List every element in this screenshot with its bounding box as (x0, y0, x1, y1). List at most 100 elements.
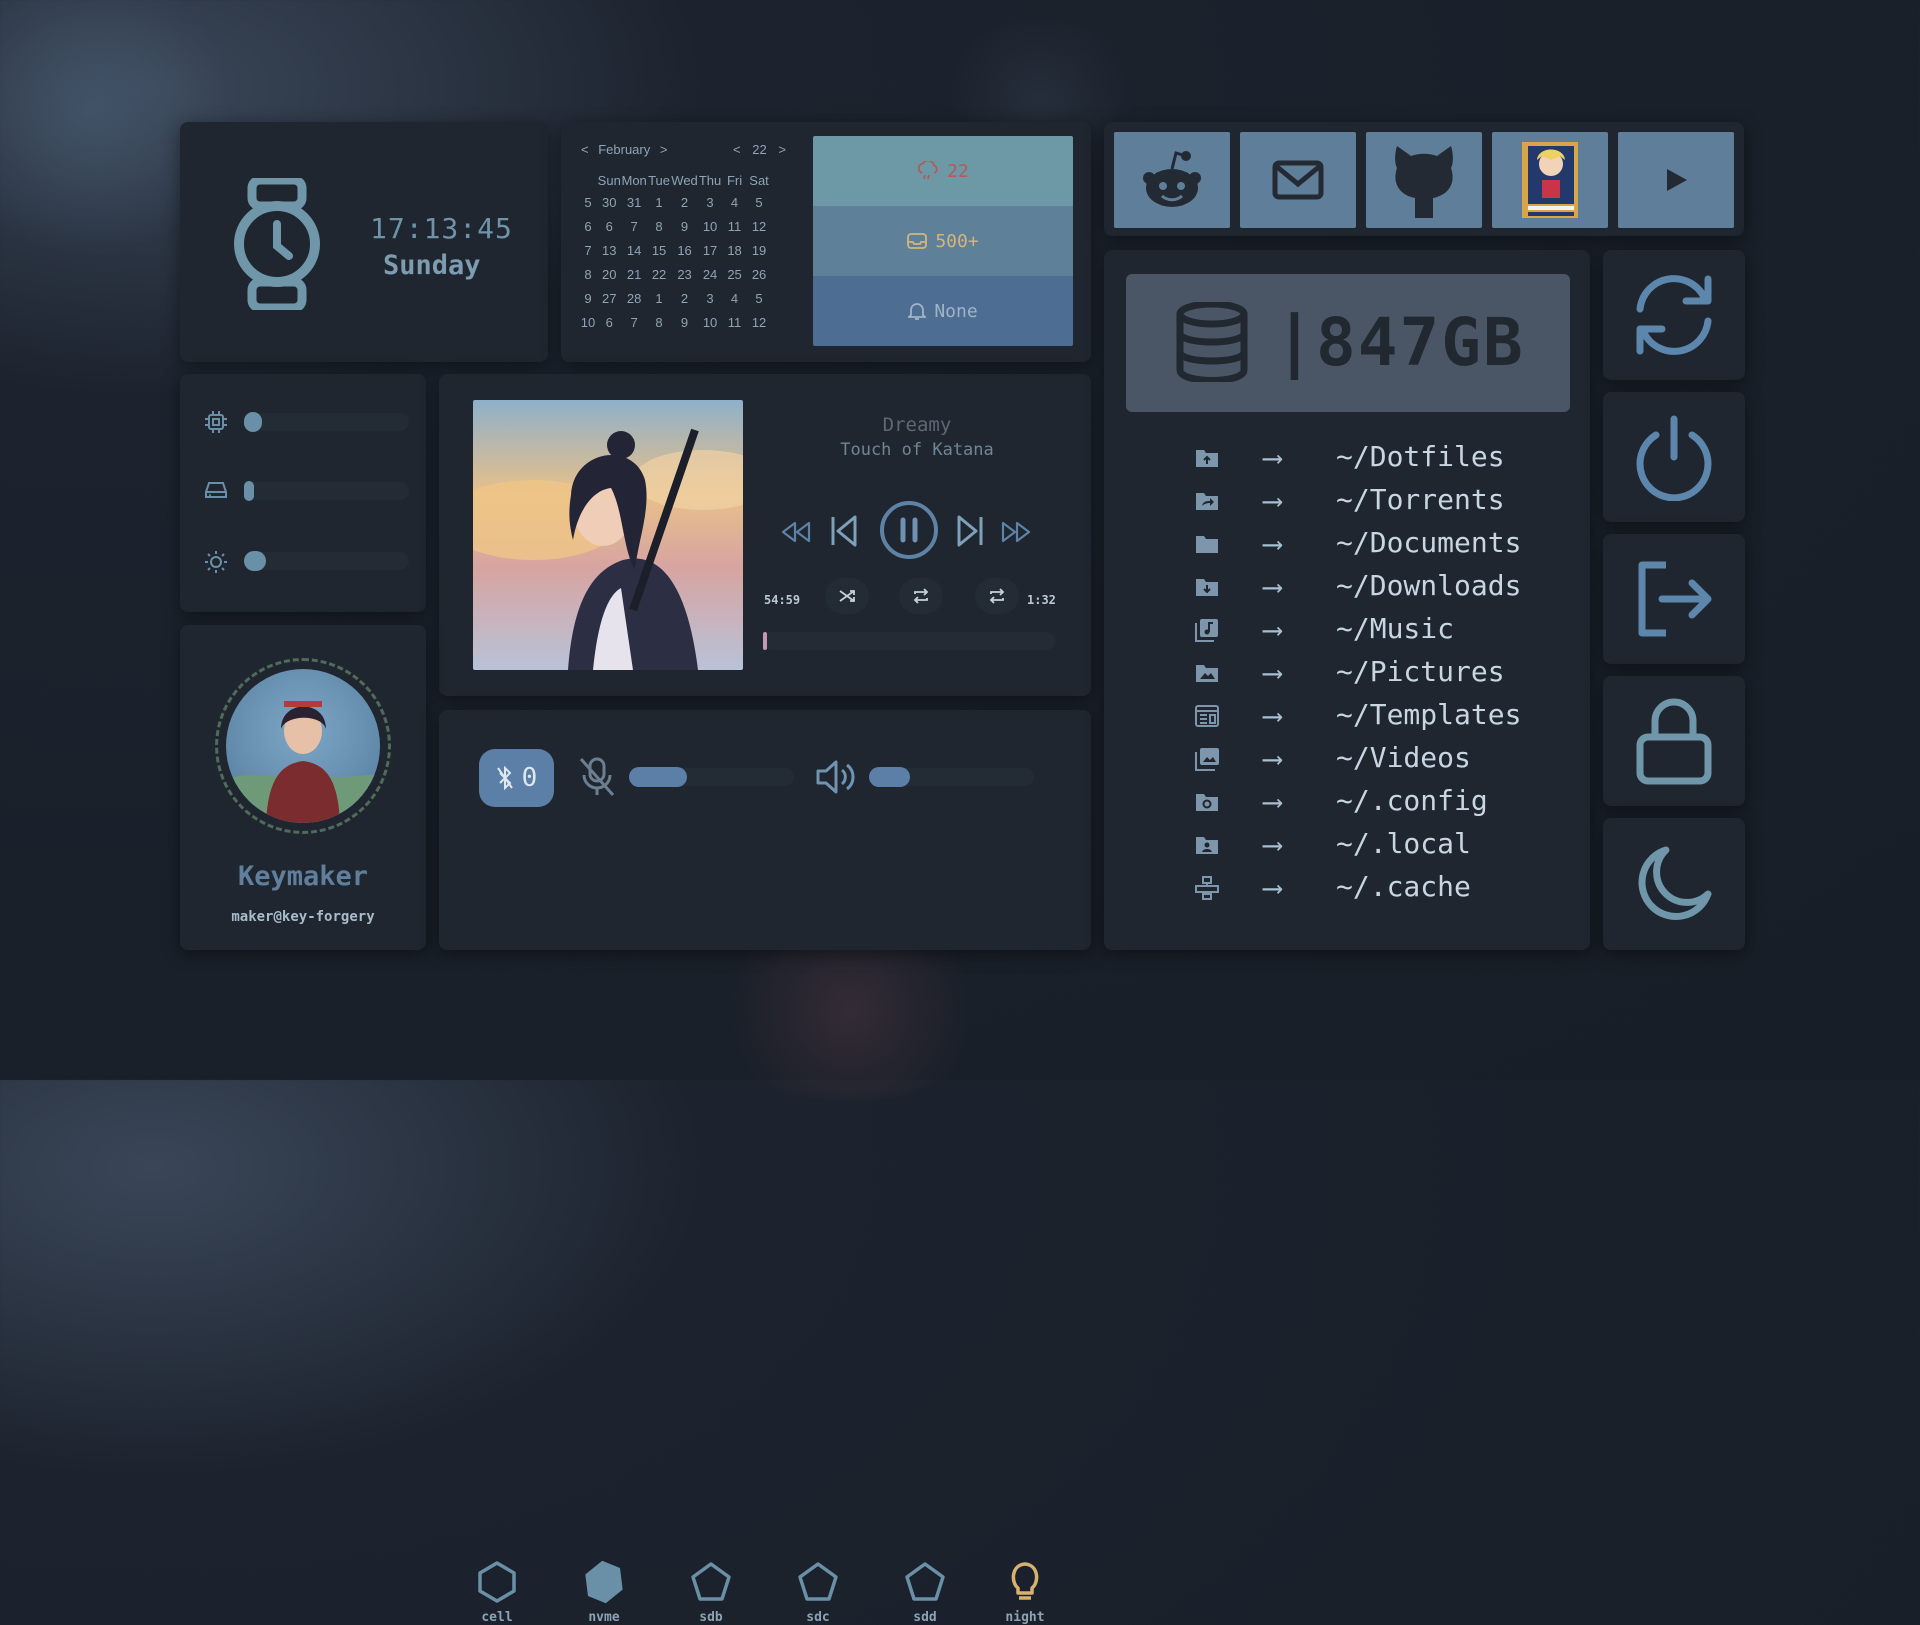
calendar-day[interactable]: 26 (747, 262, 772, 286)
calendar-day[interactable]: 5 (747, 286, 772, 310)
calendar-day[interactable]: 8 (647, 214, 672, 238)
repeat-button[interactable] (899, 578, 943, 614)
calendar-day[interactable]: 5 (747, 190, 772, 214)
avatar (215, 658, 391, 834)
folder-shortcut-torrents[interactable]: ⟶ ~/Torrents (1104, 481, 1574, 521)
song-progress-bar[interactable] (763, 632, 1055, 650)
app-mail[interactable] (1240, 132, 1356, 228)
folder-shortcut-downloads[interactable]: ⟶ ~/Downloads (1104, 567, 1574, 607)
next-year-button[interactable]: > (778, 142, 786, 157)
bluetooth-toggle[interactable]: 0 (479, 749, 554, 807)
folder-shortcut-dotfiles[interactable]: ⟶ ~/Dotfiles (1104, 438, 1574, 478)
folder-shortcut-documents[interactable]: ⟶ ~/Documents (1104, 524, 1574, 564)
folder-shortcut-config[interactable]: ⟶ ~/.config (1104, 782, 1574, 822)
week-number: 5 (584, 194, 592, 210)
calendar-day[interactable]: 20 (597, 262, 622, 286)
prev-month-button[interactable]: < (581, 142, 589, 157)
folder-shortcut-local[interactable]: ⟶ ~/.local (1104, 825, 1574, 865)
calendar-day[interactable]: 1 (647, 286, 672, 310)
calendar-day[interactable]: 12 (747, 214, 772, 238)
calendar-day[interactable]: 9 (671, 214, 698, 238)
folder-shortcut-pictures[interactable]: ⟶ ~/Pictures (1104, 653, 1574, 693)
folder-settings-icon (1194, 790, 1220, 814)
play-pause-button[interactable] (879, 500, 939, 560)
device-nvme[interactable]: nvme (559, 1560, 649, 1625)
calendar-day[interactable]: 16 (671, 238, 698, 262)
app-play[interactable] (1618, 132, 1734, 228)
refresh-button[interactable] (1603, 250, 1745, 380)
speaker-icon[interactable] (814, 757, 858, 797)
calendar-day[interactable]: 27 (597, 286, 622, 310)
calendar-day[interactable]: 30 (597, 190, 622, 214)
shuffle-button[interactable] (825, 578, 869, 614)
notification-status[interactable]: None (813, 276, 1073, 346)
calendar-day[interactable]: 6 (597, 214, 622, 238)
lock-button[interactable] (1603, 676, 1745, 806)
inbox-status[interactable]: 500+ (813, 206, 1073, 276)
logout-button[interactable] (1603, 534, 1745, 664)
calendar-day[interactable]: 7 (622, 214, 647, 238)
power-button[interactable] (1603, 392, 1745, 522)
folder-shortcut-templates[interactable]: ⟶ ~/Templates (1104, 696, 1574, 736)
calendar-day[interactable]: 24 (698, 262, 723, 286)
device-sdb[interactable]: sdb (666, 1560, 756, 1625)
prev-year-button[interactable]: < (733, 142, 741, 157)
microphone-off-icon[interactable] (575, 755, 619, 799)
fast-forward-button[interactable] (1001, 520, 1031, 544)
next-month-button[interactable]: > (660, 142, 668, 157)
calendar-day[interactable]: 23 (671, 262, 698, 286)
app-manga-reader[interactable] (1492, 132, 1608, 228)
folder-shortcut-music[interactable]: ⟶ ~/Music (1104, 610, 1574, 650)
device-sdc[interactable]: sdc (773, 1560, 863, 1625)
calendar-day[interactable]: 31 (622, 190, 647, 214)
folder-shortcut-videos[interactable]: ⟶ ~/Videos (1104, 739, 1574, 779)
calendar-day[interactable]: 4 (722, 286, 747, 310)
night-light-toggle[interactable]: night (980, 1560, 1070, 1625)
calendar-day[interactable]: 9 (671, 310, 698, 334)
app-github[interactable] (1366, 132, 1482, 228)
calendar-day[interactable]: 25 (722, 262, 747, 286)
app-reddit[interactable] (1114, 132, 1230, 228)
calendar-day[interactable]: 28 (622, 286, 647, 310)
cpu-slider[interactable] (244, 412, 409, 432)
weather-status[interactable]: 22 (813, 136, 1073, 206)
disk-slider[interactable] (244, 481, 409, 501)
calendar-day[interactable]: 8 (647, 310, 672, 334)
folder-account-icon (1194, 833, 1220, 857)
template-icon (1194, 704, 1220, 728)
next-track-button[interactable] (955, 514, 985, 548)
calendar-day[interactable]: 14 (622, 238, 647, 262)
calendar-day[interactable]: 13 (597, 238, 622, 262)
calendar-day[interactable]: 6 (597, 310, 622, 334)
calendar-day[interactable]: 10 (698, 310, 723, 334)
calendar-day[interactable]: 4 (722, 190, 747, 214)
calendar-day[interactable]: 17 (698, 238, 723, 262)
calendar-day[interactable]: 18 (722, 238, 747, 262)
folder-shortcut-cache[interactable]: ⟶ ~/.cache (1104, 868, 1574, 908)
calendar-day[interactable]: 21 (622, 262, 647, 286)
device-cell[interactable]: cell (452, 1560, 542, 1625)
volume-slider[interactable] (869, 767, 1034, 787)
calendar-day[interactable]: 2 (671, 286, 698, 310)
calendar-day[interactable]: 22 (647, 262, 672, 286)
calendar-day[interactable]: 15 (647, 238, 672, 262)
calendar-day[interactable]: 3 (698, 286, 723, 310)
folder-path: ~/Templates (1336, 698, 1522, 731)
calendar-day[interactable]: 10 (698, 214, 723, 238)
calendar-day[interactable]: 7 (622, 310, 647, 334)
calendar-day[interactable]: 12 (747, 310, 772, 334)
cache-icon (1194, 876, 1220, 900)
device-sdd[interactable]: sdd (880, 1560, 970, 1625)
brightness-slider[interactable] (244, 551, 409, 571)
calendar-day[interactable]: 2 (671, 190, 698, 214)
microphone-slider[interactable] (629, 767, 794, 787)
loop-button[interactable] (975, 578, 1019, 614)
previous-track-button[interactable] (829, 514, 859, 548)
rewind-button[interactable] (781, 520, 811, 544)
calendar-day[interactable]: 11 (722, 214, 747, 238)
sleep-button[interactable] (1603, 818, 1745, 950)
calendar-day[interactable]: 19 (747, 238, 772, 262)
calendar-day[interactable]: 3 (698, 190, 723, 214)
calendar-day[interactable]: 11 (722, 310, 747, 334)
calendar-day[interactable]: 1 (647, 190, 672, 214)
